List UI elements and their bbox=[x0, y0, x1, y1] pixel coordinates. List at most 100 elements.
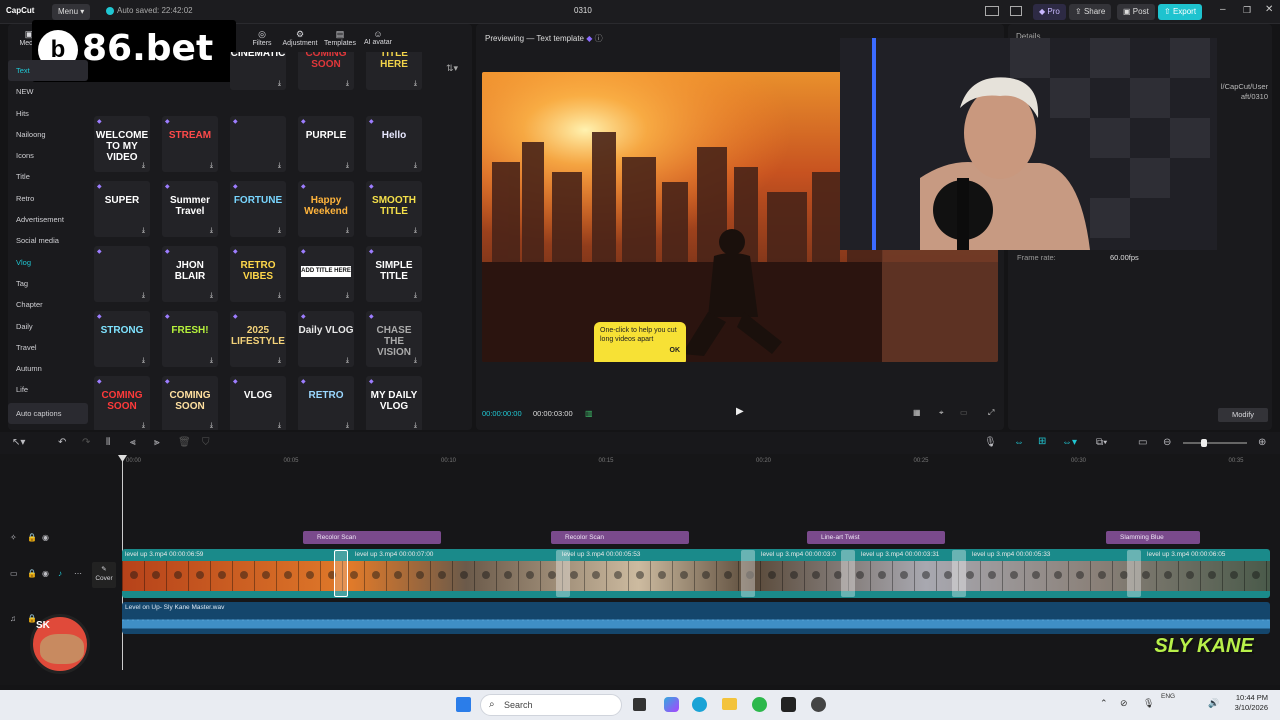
download-icon[interactable]: ⤓ bbox=[210, 227, 213, 235]
text-template-tile[interactable]: ◆ STRONG ⤓ bbox=[94, 311, 150, 367]
text-template-tile[interactable]: ◆ Hello ⤓ bbox=[366, 116, 422, 172]
maximize-icon[interactable]: ❐ bbox=[1243, 5, 1251, 16]
obs-icon[interactable] bbox=[811, 697, 826, 712]
effect-clip[interactable]: Slamming Blue bbox=[1106, 531, 1200, 544]
text-template-tile[interactable]: ◆ Summer Travel ⤓ bbox=[162, 181, 218, 237]
category-daily[interactable]: Daily bbox=[8, 316, 88, 337]
effect-clip[interactable]: Recolor Scan bbox=[303, 531, 441, 544]
download-icon[interactable]: ⤓ bbox=[142, 162, 145, 170]
text-template-tile[interactable]: ◆ CHASE THE VISION ⤓ bbox=[366, 311, 422, 367]
split-right-icon[interactable]: ⫸ bbox=[154, 437, 160, 448]
zoom-slider-handle[interactable] bbox=[1201, 439, 1207, 447]
copilot-icon[interactable] bbox=[664, 697, 679, 712]
tab-adjustment[interactable]: ⚙ Adjustment bbox=[280, 29, 320, 47]
ratio-icon[interactable]: ▭ bbox=[960, 408, 968, 417]
tooltip-ok-button[interactable]: OK bbox=[600, 346, 681, 355]
text-template-tile[interactable]: ◆ ADD TITLE HERE ⤓ bbox=[298, 246, 354, 302]
transition-marker[interactable] bbox=[1127, 550, 1141, 597]
category-new[interactable]: NEW bbox=[8, 81, 88, 102]
fullscreen-icon[interactable]: ⤢ bbox=[988, 408, 994, 418]
download-icon[interactable]: ⤓ bbox=[346, 227, 349, 235]
download-icon[interactable]: ⤓ bbox=[414, 227, 417, 235]
download-icon[interactable]: ⤓ bbox=[278, 227, 281, 235]
info-icon[interactable]: ⓘ bbox=[595, 34, 603, 43]
text-template-tile[interactable]: ◆ SIMPLE TITLE ⤓ bbox=[366, 246, 422, 302]
zoom-out-icon[interactable]: ⊖ bbox=[1163, 437, 1171, 448]
category-tag[interactable]: Tag bbox=[8, 273, 88, 294]
mic-tray-icon[interactable]: 🎙 bbox=[1143, 698, 1154, 709]
filter-sort-icon[interactable]: ⇅▾ bbox=[446, 63, 458, 74]
network-icon[interactable]: ⊘ bbox=[1120, 698, 1128, 709]
category-title[interactable]: Title bbox=[8, 166, 88, 187]
category-social-media[interactable]: Social media bbox=[8, 230, 88, 251]
category-icons[interactable]: Icons bbox=[8, 145, 88, 166]
upwork-icon[interactable] bbox=[752, 697, 767, 712]
modify-button[interactable]: Modify bbox=[1218, 408, 1268, 422]
effect-clip[interactable]: Recolor Scan bbox=[551, 531, 689, 544]
undo-icon[interactable]: ↶ bbox=[58, 437, 66, 448]
category-text[interactable]: Text bbox=[8, 60, 88, 82]
text-template-tile[interactable]: ◆ MY DAILY VLOG ⤓ bbox=[366, 376, 422, 430]
task-view-icon[interactable] bbox=[633, 698, 646, 711]
download-icon[interactable]: ⤓ bbox=[142, 227, 145, 235]
category-retro[interactable]: Retro bbox=[8, 188, 88, 209]
download-icon[interactable]: ⤓ bbox=[346, 80, 349, 88]
redo-icon[interactable]: ↷ bbox=[82, 437, 90, 448]
preview-axis-icon[interactable]: ⇔▾ bbox=[1062, 437, 1077, 448]
file-explorer-icon[interactable] bbox=[722, 698, 737, 710]
download-icon[interactable]: ⤓ bbox=[414, 357, 417, 365]
text-template-tile[interactable]: ◆ RETRO ⤓ bbox=[298, 376, 354, 430]
tab-ai-avatar[interactable]: ☺ AI avatar bbox=[360, 29, 396, 46]
visibility-icon[interactable]: ◉ bbox=[42, 533, 49, 542]
text-template-tile[interactable]: ◆ SUPER ⤓ bbox=[94, 181, 150, 237]
text-template-tile[interactable]: ◆COMING SOON⤓ bbox=[94, 376, 150, 430]
link-icon[interactable]: ⇔ bbox=[1014, 437, 1024, 448]
download-icon[interactable]: ⤓ bbox=[210, 162, 213, 170]
edge-icon[interactable] bbox=[692, 697, 707, 712]
text-template-tile[interactable]: ◆COMING SOON⤓ bbox=[162, 376, 218, 430]
download-icon[interactable]: ⤓ bbox=[278, 292, 281, 300]
text-template-tile[interactable]: ◆COMING SOON⤓ bbox=[298, 52, 354, 90]
windows-start-icon[interactable] bbox=[456, 697, 471, 712]
download-icon[interactable]: ⤓ bbox=[278, 357, 281, 365]
video-filmstrip[interactable] bbox=[122, 561, 1270, 591]
text-template-tile[interactable]: ◆ Happy Weekend ⤓ bbox=[298, 181, 354, 237]
category-chapter[interactable]: Chapter bbox=[8, 294, 88, 315]
quality-icon[interactable]: ▦ bbox=[913, 408, 921, 417]
export-button[interactable]: ⇧ Export bbox=[1158, 4, 1203, 20]
text-template-tile[interactable]: ◆ Daily VLOG ⤓ bbox=[298, 311, 354, 367]
snapshot-icon[interactable]: ⌖ bbox=[939, 408, 944, 418]
text-template-tile[interactable]: ◆TITLE HERE⤓ bbox=[366, 52, 422, 90]
download-icon[interactable]: ⤓ bbox=[346, 422, 349, 430]
download-icon[interactable]: ⤓ bbox=[278, 80, 281, 88]
text-template-tile[interactable]: ◆ VLOG ⤓ bbox=[230, 376, 286, 430]
menu-button[interactable]: Menu ▾ bbox=[52, 4, 91, 20]
download-icon[interactable]: ⤓ bbox=[278, 162, 281, 170]
transition-marker[interactable] bbox=[334, 550, 348, 597]
share-button[interactable]: ⇪ Share bbox=[1069, 4, 1112, 20]
clock[interactable]: 10:44 PM 3/10/2026 bbox=[1224, 693, 1268, 713]
tab-filters[interactable]: ◎ Filters bbox=[248, 29, 276, 47]
zoom-slider[interactable] bbox=[1183, 442, 1247, 444]
capcut-taskbar-icon[interactable] bbox=[781, 697, 796, 712]
download-icon[interactable]: ⤓ bbox=[414, 422, 417, 430]
category-travel[interactable]: Travel bbox=[8, 337, 88, 358]
text-template-tile[interactable]: ◆ STREAM ⤓ bbox=[162, 116, 218, 172]
transition-marker[interactable] bbox=[741, 550, 755, 597]
pro-button[interactable]: ◆ Pro bbox=[1033, 4, 1066, 20]
play-icon[interactable]: ▶ bbox=[736, 406, 744, 417]
audio-clip[interactable]: Level on Up- Sly Kane Master.wav bbox=[122, 602, 1270, 634]
category-vlog[interactable]: Vlog bbox=[8, 252, 88, 273]
caption-icon[interactable]: ▭ bbox=[1138, 437, 1147, 448]
microphone-icon[interactable]: 🎙 bbox=[984, 437, 997, 448]
download-icon[interactable]: ⤓ bbox=[210, 422, 213, 430]
magnet-icon[interactable]: ⊞ bbox=[1038, 436, 1046, 447]
transition-marker[interactable] bbox=[952, 550, 966, 597]
language-indicator[interactable]: ENG bbox=[1161, 693, 1175, 700]
text-template-tile[interactable]: ◆ ⤓ bbox=[94, 246, 150, 302]
text-template-tile[interactable]: ◆ RETRO VIBES ⤓ bbox=[230, 246, 286, 302]
category-auto-captions[interactable]: Auto captions bbox=[8, 402, 88, 425]
select-tool-icon[interactable]: ↖▾ bbox=[12, 437, 25, 448]
download-icon[interactable]: ⤓ bbox=[346, 292, 349, 300]
category-autumn[interactable]: Autumn bbox=[8, 358, 88, 379]
